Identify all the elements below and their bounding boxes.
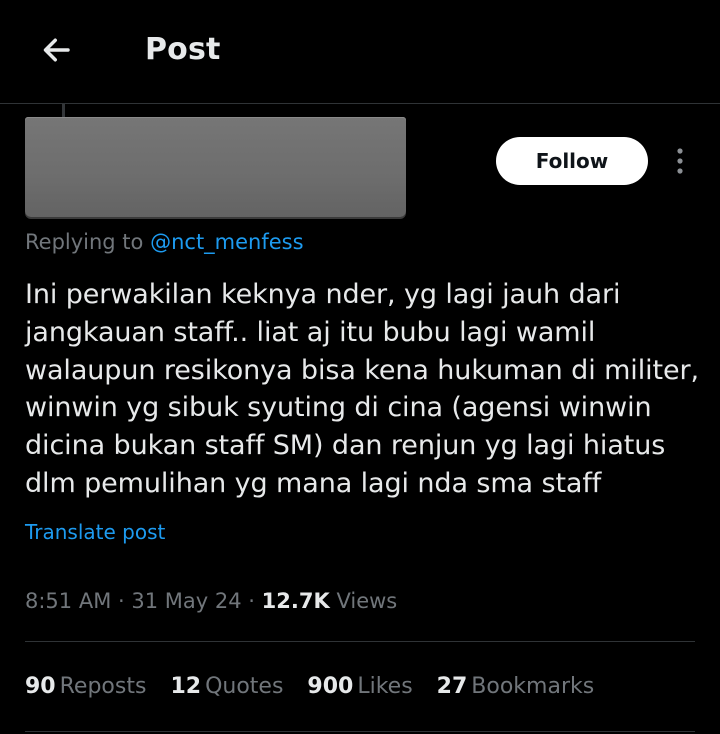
reposts-stat[interactable]: 90 Reposts <box>25 674 146 699</box>
more-options-button[interactable] <box>666 144 694 178</box>
reposts-count: 90 <box>25 674 56 699</box>
more-vertical-icon <box>677 148 683 174</box>
likes-label: Likes <box>357 674 413 699</box>
divider <box>25 641 695 642</box>
replying-to-line: Replying to @nct_menfess <box>25 230 304 254</box>
mention-link[interactable]: @nct_menfess <box>150 230 303 254</box>
page-title: Post <box>145 32 221 67</box>
reposts-label: Reposts <box>59 674 147 699</box>
replying-to-label: Replying to <box>25 230 144 254</box>
quotes-label: Quotes <box>205 674 284 699</box>
arrow-left-icon <box>43 38 70 62</box>
likes-stat[interactable]: 900 Likes <box>307 674 412 699</box>
post-time[interactable]: 8:51 AM <box>25 589 111 613</box>
views-count: 12.7K <box>261 589 330 613</box>
quotes-count: 12 <box>170 674 202 699</box>
separator-dot: · <box>248 589 255 613</box>
quotes-stat[interactable]: 12 Quotes <box>170 674 283 699</box>
follow-button[interactable]: Follow <box>496 137 648 185</box>
engagement-stats: 90 Reposts 12 Quotes 900 Likes 27 Bookmarks <box>25 674 594 699</box>
redacted-author-block <box>25 117 406 217</box>
bookmarks-label: Bookmarks <box>471 674 595 699</box>
bookmarks-count: 27 <box>436 674 468 699</box>
bookmarks-stat[interactable]: 27 Bookmarks <box>437 674 595 699</box>
post-date[interactable]: 31 May 24 <box>131 589 241 613</box>
post-metadata: 8:51 AM · 31 May 24 · 12.7K Views <box>25 589 397 613</box>
top-bar: Post <box>0 0 720 104</box>
likes-count: 900 <box>307 674 354 699</box>
separator-dot: · <box>118 589 125 613</box>
back-button[interactable] <box>32 28 80 72</box>
translate-post-link[interactable]: Translate post <box>25 520 165 544</box>
post-text: Ini perwakilan keknya nder, yg lagi jauh… <box>25 279 699 499</box>
views-label: Views <box>336 589 398 613</box>
divider <box>25 731 695 732</box>
